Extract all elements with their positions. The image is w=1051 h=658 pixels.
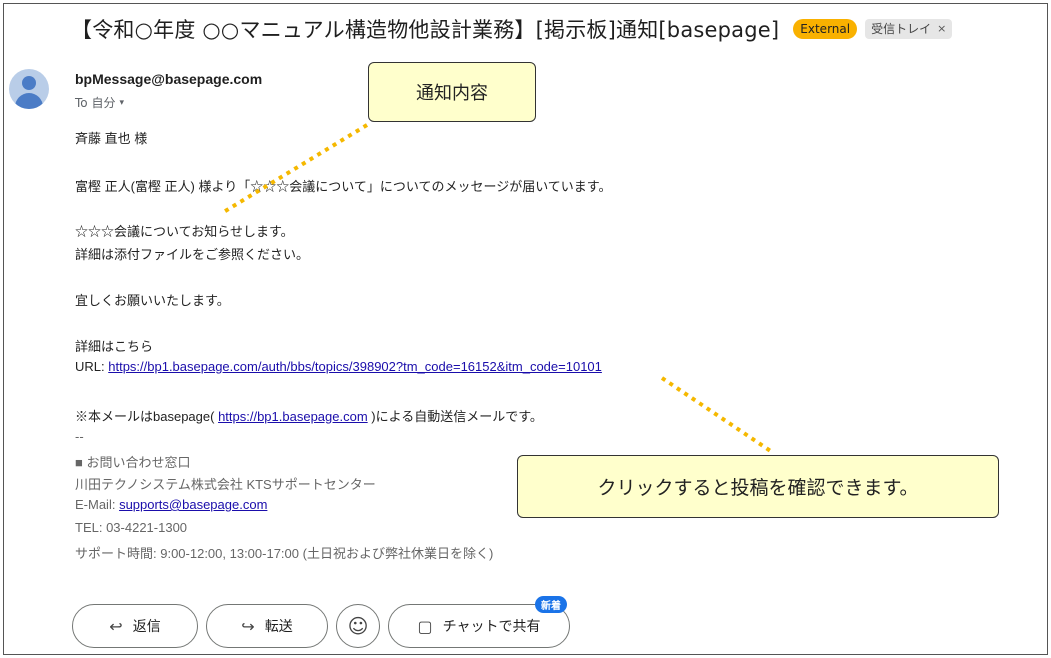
reply-label: 返信 — [132, 619, 161, 635]
message-line-1: ☆☆☆会議についてお知らせします。 — [75, 224, 294, 239]
closing-line: 宜しくお願いいたします。 — [75, 293, 230, 308]
reply-button[interactable]: ↩ 返信 — [72, 604, 198, 648]
support-email-link[interactable]: supports@basepage.com — [119, 497, 267, 512]
chevron-down-icon[interactable]: ▾ — [119, 98, 124, 108]
signature-separator: -- — [75, 429, 84, 444]
message-line-2: 詳細は添付ファイルをご参照ください。 — [75, 247, 310, 262]
topic-link[interactable]: https://bp1.basepage.com/auth/bbs/topics… — [108, 359, 602, 374]
recipient-line[interactable]: To 自分 ▾ — [75, 94, 124, 111]
email-subject: 【令和○年度 ○○マニュアル構造物他設計業務】[掲示板]通知[basepage] — [71, 18, 780, 42]
url-line: URL: https://bp1.basepage.com/auth/bbs/t… — [75, 359, 602, 374]
avatar[interactable] — [9, 69, 49, 109]
chat-bubble-icon: ▢ — [417, 616, 433, 636]
new-badge: 新着 — [535, 596, 567, 613]
forward-button[interactable]: ↪ 転送 — [206, 604, 328, 648]
forward-label: 転送 — [264, 619, 293, 635]
support-hours: サポート時間: 9:00-12:00, 13:00-17:00 (土日祝および弊… — [75, 546, 494, 561]
callout-content: 通知内容 — [368, 62, 536, 122]
company-name: 川田テクノシステム株式会社 KTSサポートセンター — [75, 477, 376, 492]
intro-line: 富樫 正人(富樫 正人) 様より「☆☆☆会議について」についてのメッセージが届い… — [75, 179, 612, 194]
label-external[interactable]: External — [793, 19, 858, 39]
share-chat-label: チャットで共有 — [442, 619, 541, 635]
action-bar: ↩ 返信 ↪ 転送 ☺ ▢ チャットで共有 新着 — [72, 596, 570, 648]
label-inbox-text: 受信トレイ — [871, 22, 932, 36]
person-icon — [22, 76, 36, 90]
recipient-label: To 自分 — [75, 96, 116, 110]
greeting: 斉藤 直也 様 — [75, 131, 148, 146]
support-tel: TEL: 03-4221-1300 — [75, 520, 188, 535]
details-heading: 詳細はこちら — [75, 339, 154, 354]
emoji-button[interactable]: ☺ — [336, 604, 380, 648]
contact-heading: ■ お問い合わせ窓口 — [75, 455, 191, 470]
close-icon[interactable]: × — [937, 21, 946, 37]
share-chat-button[interactable]: ▢ チャットで共有 新着 — [388, 596, 570, 648]
reply-icon: ↩ — [109, 616, 123, 636]
forward-icon: ↪ — [241, 616, 255, 636]
url-label: URL: — [75, 359, 109, 374]
basepage-link[interactable]: https://bp1.basepage.com — [218, 409, 368, 424]
label-inbox[interactable]: 受信トレイ × — [865, 19, 953, 39]
auto-notice: ※本メールはbasepage( https://bp1.basepage.com… — [75, 409, 543, 424]
smiley-icon: ☺ — [347, 614, 369, 638]
sender-email[interactable]: bpMessage@basepage.com — [75, 71, 262, 87]
support-email-line: E-Mail: supports@basepage.com — [75, 497, 268, 512]
callout-click-hint: クリックすると投稿を確認できます。 — [517, 455, 999, 518]
subject-row: 【令和○年度 ○○マニュアル構造物他設計業務】[掲示板]通知[basepage]… — [71, 14, 953, 44]
